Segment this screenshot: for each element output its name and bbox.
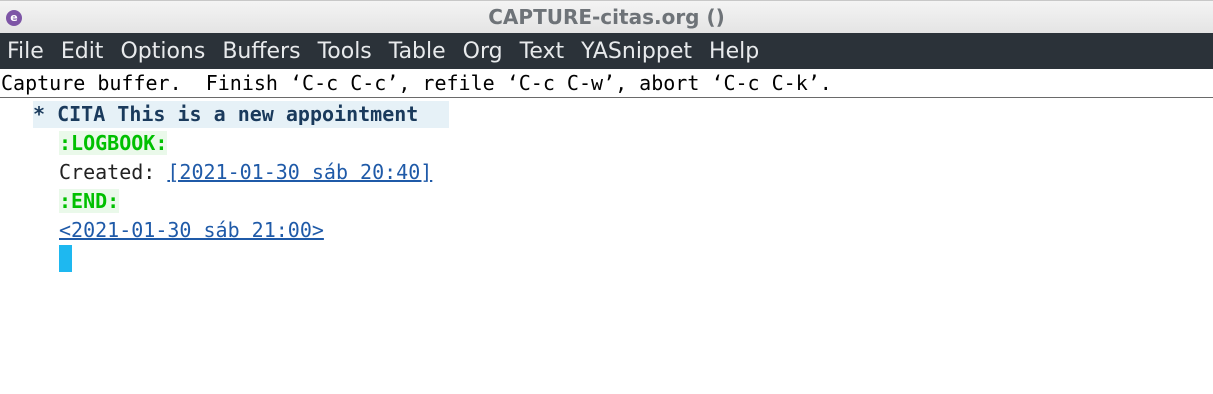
menu-edit[interactable]: Edit [61, 39, 104, 64]
menu-tools[interactable]: Tools [318, 39, 372, 64]
capture-header-line: Capture buffer. Finish ‘C-c C-c’, refile… [0, 69, 1213, 98]
heading-star: * [33, 102, 46, 126]
heading-text: CITA This is a new appointment [57, 102, 419, 126]
logbook-end-line: :END: [59, 187, 120, 216]
edit-buffer[interactable]: * CITA This is a new appointment :LOGBOO… [0, 99, 1213, 394]
menu-file[interactable]: File [7, 39, 44, 64]
menu-options[interactable]: Options [120, 39, 205, 64]
title-bar: e CAPTURE-citas.org () [0, 0, 1213, 33]
scheduled-line: <2021-01-30 sáb 21:00> [59, 216, 324, 245]
menu-bar: File Edit Options Buffers Tools Table Or… [0, 33, 1213, 69]
logbook-start-line: :LOGBOOK: [59, 129, 168, 158]
menu-buffers[interactable]: Buffers [222, 39, 300, 64]
window-title: CAPTURE-citas.org () [488, 5, 725, 29]
created-label: Created: [59, 160, 156, 184]
menu-table[interactable]: Table [389, 39, 446, 64]
org-heading: * CITA This is a new appointment [33, 100, 418, 129]
created-line: Created: [2021-01-30 sáb 20:40] [59, 158, 432, 187]
menu-help[interactable]: Help [709, 39, 759, 64]
menu-yasnippet[interactable]: YASnippet [581, 39, 692, 64]
logbook-drawer-start: :LOGBOOK: [59, 131, 168, 155]
menu-text[interactable]: Text [520, 39, 565, 64]
created-timestamp-link[interactable]: [2021-01-30 sáb 20:40] [167, 160, 432, 184]
scheduled-timestamp-link[interactable]: <2021-01-30 sáb 21:00> [59, 218, 324, 242]
text-cursor [59, 245, 72, 272]
menu-org[interactable]: Org [463, 39, 503, 64]
logbook-drawer-end: :END: [59, 189, 120, 213]
